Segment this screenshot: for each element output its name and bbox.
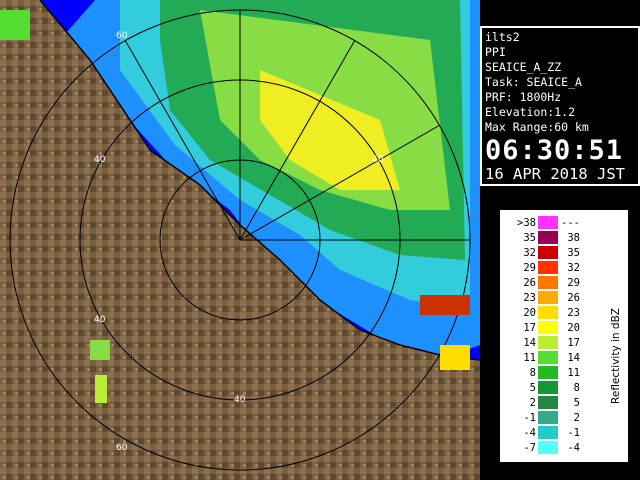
legend-upper-value: -1 — [567, 427, 580, 439]
legend-upper-value: -4 — [567, 442, 580, 454]
legend-lower-value: 35 — [523, 232, 536, 244]
legend-upper-value: 26 — [567, 292, 580, 304]
range-label: 40 — [372, 155, 384, 165]
station-name: ilts2 — [485, 30, 520, 44]
legend-upper-value: 8 — [573, 382, 580, 394]
legend-lower-value: -7 — [523, 442, 536, 454]
legend-lower-value: >38 — [517, 217, 536, 229]
legend-lower-value: -4 — [523, 427, 536, 439]
legend-upper-value: 35 — [567, 247, 580, 259]
legend-lower-value: 26 — [523, 277, 536, 289]
product-name: SEAICE_A_ZZ — [485, 60, 562, 74]
task-name: Task: SEAICE_A — [485, 75, 582, 89]
legend-lower-value: 14 — [523, 337, 536, 349]
legend-title: Reflectivity in dBZ — [610, 308, 622, 404]
legend-lower-value: 17 — [523, 322, 536, 334]
legend-upper-value: 17 — [567, 337, 580, 349]
max-range-value: Max Range:60 km — [485, 120, 589, 134]
legend-upper-value: 29 — [567, 277, 580, 289]
scan-date: 16 APR 2018 JST — [485, 165, 625, 183]
display-mode: PPI — [485, 45, 506, 59]
legend-lower-value: 8 — [529, 367, 536, 379]
legend-lower-value: 11 — [523, 352, 536, 364]
legend-lower-value: -1 — [523, 412, 536, 424]
legend-upper-value: 20 — [567, 322, 580, 334]
legend-lower-value: 29 — [523, 262, 536, 274]
legend-upper-value: --- — [561, 217, 580, 229]
prf-value: PRF: 1800Hz — [485, 90, 562, 104]
legend-upper-value: 38 — [567, 232, 580, 244]
legend-lower-value: 32 — [523, 247, 536, 259]
scan-time: 06:30:51 — [485, 135, 624, 166]
legend-lower-value: 20 — [523, 307, 536, 319]
legend-upper-value: 11 — [567, 367, 580, 379]
radar-ppi-display[interactable]: 60 40 40 40 40 60 — [0, 0, 480, 480]
legend-lower-value: 2 — [529, 397, 536, 409]
legend-upper-value: 14 — [567, 352, 580, 364]
reflectivity-legend: >38 --- 35 38 32 35 29 32 26 29 23 26 20 23 17 20 14 17 11… — [500, 210, 628, 462]
elevation-value: Elevation:1.2 — [485, 105, 576, 119]
legend-lower-value: 23 — [523, 292, 536, 304]
legend-upper-value: 23 — [567, 307, 580, 319]
info-panel: ilts2 PPI SEAICE_A_ZZ Task: SEAICE_A PRF… — [480, 26, 640, 186]
range-label: 40 — [94, 155, 106, 165]
legend-lower-value: 5 — [529, 382, 536, 394]
range-label: 40 — [94, 315, 106, 325]
range-label: 60 — [116, 443, 128, 453]
legend-upper-value: 2 — [573, 412, 580, 424]
legend-upper-value: 32 — [567, 262, 580, 274]
range-label: 60 — [116, 31, 128, 41]
range-label: 40 — [234, 395, 246, 405]
legend-upper-value: 5 — [573, 397, 580, 409]
